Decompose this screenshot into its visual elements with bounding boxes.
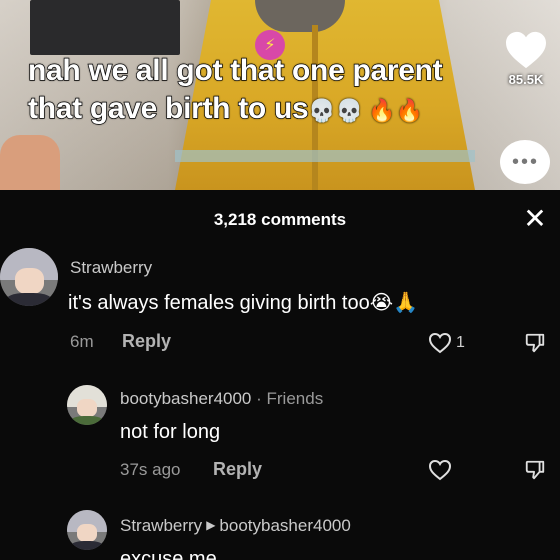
- comment-text: not for long: [120, 421, 221, 443]
- comment-username[interactable]: Strawberry: [70, 258, 152, 278]
- close-icon[interactable]: ✕: [520, 204, 550, 234]
- reply-button[interactable]: Reply: [213, 459, 262, 480]
- avatar-face: [77, 399, 97, 417]
- comment-username-text[interactable]: Strawberry: [120, 516, 202, 535]
- reply-to-username[interactable]: bootybasher4000: [219, 516, 350, 535]
- video-monitor: [30, 0, 180, 55]
- comment-emoji: 😭🙏: [369, 292, 419, 314]
- comments-sheet: 3,218 comments ✕ Strawberry it's always …: [0, 190, 560, 560]
- caption-line-1: nah we all got that one parent: [27, 53, 443, 87]
- avatar[interactable]: [67, 510, 107, 550]
- comment-username: bootybasher4000 · Friends: [120, 389, 323, 409]
- avatar-body: [71, 416, 103, 425]
- video-arm: [0, 135, 60, 190]
- friends-badge: · Friends: [256, 389, 324, 408]
- avatar[interactable]: [67, 385, 107, 425]
- video-player[interactable]: ⚡ nah we all got that one parent that ga…: [0, 0, 560, 190]
- caption-line-2-text: that gave birth to us: [27, 91, 309, 125]
- comment-username-text[interactable]: bootybasher4000: [120, 389, 251, 408]
- more-button[interactable]: •••: [500, 140, 550, 184]
- video-caption: nah we all got that one parent that gave…: [27, 52, 548, 130]
- comment-text: it's always females giving birth too😭🙏: [68, 290, 418, 315]
- comment-text: excuse me: [120, 548, 217, 560]
- caption-line-2: that gave birth to us💀💀 🔥🔥: [27, 90, 548, 130]
- heart-icon[interactable]: [428, 332, 452, 354]
- comment-time: 37s ago: [120, 460, 181, 479]
- avatar-body: [5, 293, 53, 306]
- dislike-icon[interactable]: [524, 459, 546, 481]
- comments-count-title: 3,218 comments: [213, 210, 347, 229]
- comment-time: 6m: [70, 332, 94, 351]
- avatar-body: [71, 541, 103, 550]
- avatar-face: [14, 268, 44, 295]
- comment-like-count: 1: [456, 334, 465, 351]
- heart-icon[interactable]: [428, 459, 452, 481]
- more-icon: •••: [512, 151, 540, 173]
- comment-username: Strawberry ▶ bootybasher4000: [120, 516, 351, 536]
- reply-arrow-icon: ▶: [206, 518, 216, 532]
- heart-icon[interactable]: [504, 30, 548, 70]
- video-like-count: 85.5K: [508, 72, 544, 87]
- comment-text-body: it's always females giving birth too: [68, 292, 370, 314]
- avatar[interactable]: [0, 248, 58, 306]
- reply-button[interactable]: Reply: [122, 331, 171, 352]
- caption-emoji: 💀💀 🔥🔥: [308, 98, 423, 123]
- video-stripe: [175, 150, 475, 162]
- dislike-icon[interactable]: [524, 332, 546, 354]
- video-like[interactable]: 85.5K: [496, 30, 556, 87]
- avatar-face: [77, 524, 97, 542]
